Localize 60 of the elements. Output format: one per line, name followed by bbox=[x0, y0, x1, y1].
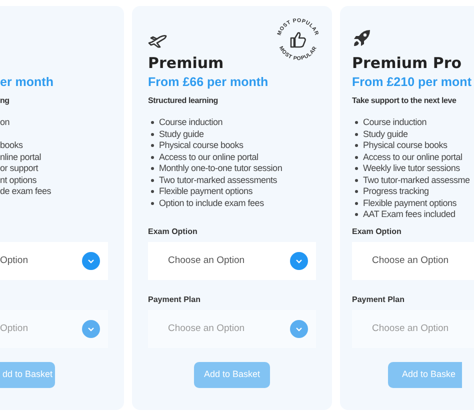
bullet-icon bbox=[355, 190, 358, 194]
plan-tagline: Structured learning bbox=[148, 95, 219, 107]
option-dropdown[interactable]: Option bbox=[0, 242, 108, 280]
feature-item: Physical course books bbox=[159, 140, 244, 152]
bullet-icon bbox=[355, 132, 358, 136]
feature-item: Progress tracking bbox=[363, 186, 429, 198]
feature-item: Option to include exam fees bbox=[159, 198, 264, 209]
bullet-icon bbox=[355, 202, 358, 205]
plan-tagline: Take support to the next leve bbox=[352, 95, 458, 107]
rocket-icon bbox=[352, 28, 372, 48]
feature-item: or support bbox=[0, 163, 38, 174]
feature-item: Course induction bbox=[363, 117, 427, 128]
price-text: From £66 per month bbox=[148, 74, 270, 90]
field-label: Payment Plan bbox=[352, 294, 406, 306]
field-label: Payment Plan bbox=[148, 294, 202, 306]
feature-item: Flexible payment options bbox=[363, 198, 457, 209]
feature-item: Physical course books bbox=[363, 140, 448, 152]
bullet-icon bbox=[355, 144, 358, 148]
bullet-icon bbox=[355, 167, 358, 170]
feature-item: on bbox=[0, 117, 10, 128]
chevron-down-icon bbox=[290, 320, 308, 338]
price-text: er month bbox=[0, 74, 54, 90]
feature-item: Two tutor-marked assessments bbox=[159, 174, 278, 186]
bullet-icon bbox=[355, 121, 358, 124]
bullet-icon bbox=[355, 156, 358, 159]
bullet-icon bbox=[151, 132, 154, 136]
bullet-icon bbox=[151, 202, 154, 205]
field-label: Exam Option bbox=[352, 226, 402, 238]
feature-item: Two tutor-marked assessme bbox=[363, 174, 470, 186]
feature-item: Course induction bbox=[159, 117, 223, 128]
chevron-down-icon bbox=[82, 252, 100, 270]
bullet-icon bbox=[151, 178, 154, 182]
bullet-icon bbox=[355, 178, 358, 182]
feature-item: nt options bbox=[0, 174, 37, 186]
bullet-icon bbox=[151, 144, 154, 148]
feature-item: Flexible payment options bbox=[159, 186, 253, 198]
option-dropdown[interactable]: Choose an Option bbox=[148, 242, 316, 280]
price-text: From £210 per mont bbox=[352, 74, 472, 90]
feature-item: Study guide bbox=[363, 128, 408, 140]
bullet-icon bbox=[151, 167, 154, 170]
feature-item: Access to our online portal bbox=[159, 152, 258, 163]
plan-tagline: ng bbox=[0, 95, 10, 107]
feature-item: Study guide bbox=[159, 128, 204, 140]
feature-item: de exam fees bbox=[0, 186, 52, 198]
bullet-icon bbox=[151, 156, 154, 159]
feature-item: Monthly one-to-one tutor session bbox=[159, 163, 282, 174]
feature-item: Weekly live tutor sessions bbox=[363, 163, 460, 174]
feature-item: Access to our online portal bbox=[363, 152, 462, 163]
chevron-down-icon bbox=[82, 320, 100, 338]
airplane-icon bbox=[148, 34, 168, 48]
chevron-down-icon bbox=[290, 252, 308, 270]
feature-item: AAT Exam fees included bbox=[363, 209, 456, 220]
plan-title: Premium Pro bbox=[352, 54, 463, 72]
bullet-icon bbox=[151, 121, 154, 124]
bullet-icon bbox=[355, 213, 358, 216]
field-label: Exam Option bbox=[148, 226, 198, 238]
bullet-icon bbox=[151, 190, 154, 194]
feature-item: nline portal bbox=[0, 152, 42, 163]
option-dropdown[interactable]: Choose an Option bbox=[352, 242, 474, 280]
feature-item: books bbox=[0, 140, 23, 152]
